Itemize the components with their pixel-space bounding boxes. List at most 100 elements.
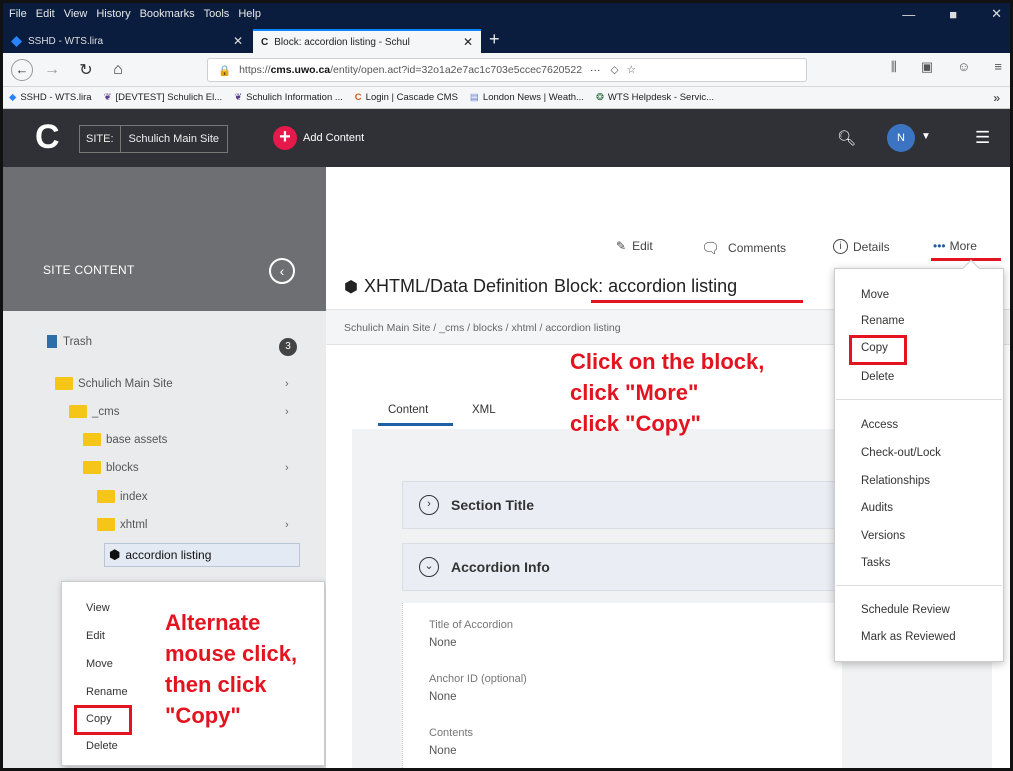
schulich-icon: ❦ [234, 92, 243, 103]
more-menu-access[interactable]: Access [861, 419, 898, 431]
menu-file[interactable]: File [9, 8, 27, 20]
tree-item-cms[interactable]: _cms [69, 405, 119, 418]
cascade-logo-icon[interactable]: C [35, 119, 60, 155]
chevron-right-icon[interactable]: › [285, 406, 289, 418]
forward-icon[interactable]: → [39, 61, 65, 79]
tab-content[interactable]: Content [388, 404, 428, 416]
reader-icon[interactable]: ▣ [921, 59, 933, 75]
more-menu-rename[interactable]: Rename [861, 315, 904, 327]
edit-button[interactable]: ✎ Edit [616, 239, 653, 253]
chevron-right-icon[interactable]: › [285, 462, 289, 474]
tab-block-accordion[interactable]: C Block: accordion listing - Schul ✕ [253, 29, 481, 53]
tree-item-label: accordion listing [125, 548, 212, 562]
bookmark-label: London News | Weath... [482, 92, 584, 103]
tab-xml[interactable]: XML [472, 404, 496, 416]
close-tab-icon[interactable]: ✕ [463, 35, 473, 49]
bookmark-item[interactable]: ❦ [DEVTEST] Schulich El... [104, 92, 223, 103]
more-menu-move[interactable]: Move [861, 289, 889, 301]
more-menu-relationships[interactable]: Relationships [861, 475, 930, 487]
trash-count-badge: 3 [279, 338, 297, 356]
annotation-line: "Copy" [165, 703, 241, 728]
more-underline [931, 258, 1001, 261]
url-path: /entity/open.act?id=32o1a2e7ac1c703e5cce… [330, 64, 583, 76]
minimize-icon[interactable]: — [902, 7, 915, 22]
context-menu-rename[interactable]: Rename [86, 686, 128, 698]
folder-icon [97, 490, 115, 503]
accordion-info-header[interactable]: ⌄ Accordion Info [402, 543, 842, 591]
hamburger-menu-icon[interactable]: ≡ [994, 59, 1002, 75]
bookmark-item[interactable]: ❦ Schulich Information ... [234, 92, 343, 103]
menu-tools[interactable]: Tools [204, 8, 230, 20]
more-menu-delete[interactable]: Delete [861, 371, 894, 383]
url-bar[interactable]: 🔒 https:// cms.uwo.ca /entity/open.act?i… [207, 58, 807, 82]
navigation-bar: ← → ↻ ⌂ 🔒 https:// cms.uwo.ca /entity/op… [3, 53, 1010, 87]
bookmark-item[interactable]: ▤ London News | Weath... [470, 92, 584, 103]
context-menu-edit[interactable]: Edit [86, 630, 105, 642]
menu-help[interactable]: Help [238, 8, 261, 20]
context-menu-view[interactable]: View [86, 602, 110, 614]
menu-bookmarks[interactable]: Bookmarks [140, 8, 195, 20]
context-menu-move[interactable]: Move [86, 658, 113, 670]
home-icon[interactable]: ⌂ [105, 61, 131, 79]
pocket-icon[interactable]: ◇ [611, 64, 619, 76]
menu-edit[interactable]: Edit [36, 8, 55, 20]
chevron-right-icon[interactable]: › [285, 519, 289, 531]
back-icon[interactable]: ← [11, 58, 33, 81]
search-icon[interactable]: 🔍︎ [837, 129, 856, 147]
tree-item-trash[interactable]: Trash [47, 335, 92, 348]
close-window-icon[interactable]: ✕ [991, 6, 1002, 22]
new-tab-icon[interactable]: + [489, 29, 500, 50]
more-menu-checkout-lock[interactable]: Check-out/Lock [861, 447, 941, 459]
bookmark-item[interactable]: ◆ SSHD - WTS.lira [9, 92, 92, 103]
close-tab-icon[interactable]: ✕ [233, 34, 243, 48]
add-content-label: Add Content [303, 132, 365, 144]
tree-item-label: Schulich Main Site [78, 377, 173, 390]
bookmarks-overflow-icon[interactable]: » [993, 91, 1000, 105]
menu-view[interactable]: View [64, 8, 88, 20]
context-menu-delete[interactable]: Delete [86, 740, 118, 752]
bookmark-item[interactable]: C Login | Cascade CMS [355, 92, 458, 103]
tree-item-blocks[interactable]: blocks [83, 461, 139, 474]
more-button[interactable]: ••• More [933, 239, 977, 253]
chevron-down-icon[interactable]: ▼ [921, 131, 931, 142]
page-actions-icon[interactable]: ··· [590, 64, 601, 76]
more-menu-schedule-review[interactable]: Schedule Review [861, 604, 950, 616]
screenshot-frame: File Edit View History Bookmarks Tools H… [0, 0, 1013, 771]
news-icon: ▤ [469, 92, 479, 103]
comments-button[interactable]: 🗨︎ Comments [701, 239, 786, 257]
page-title: ⬢ XHTML/Data Definition Block: accordion… [344, 276, 737, 297]
tree-item-schulich-main-site[interactable]: Schulich Main Site [55, 377, 173, 390]
toolbar-right: ⫼ ▣ ☺ ≡ [891, 59, 1002, 75]
reload-icon[interactable]: ↻ [73, 60, 99, 80]
tree-item-index[interactable]: index [97, 490, 148, 503]
account-icon[interactable]: ☺ [957, 59, 970, 75]
add-content-button[interactable]: + Add Content [273, 126, 364, 150]
hamburger-menu-icon[interactable]: ☰ [975, 128, 990, 148]
avatar[interactable]: N [887, 124, 915, 152]
library-icon[interactable]: ⫼ [891, 59, 897, 75]
cascade-icon: C [354, 92, 362, 103]
section-title-header[interactable]: › Section Title [402, 481, 842, 529]
details-label: Details [853, 239, 890, 254]
tab-sshd[interactable]: SSHD - WTS.lira ✕ [3, 29, 251, 53]
more-menu-audits[interactable]: Audits [861, 502, 893, 514]
chevron-right-icon[interactable]: › [285, 378, 289, 390]
tree-item-xhtml[interactable]: xhtml [97, 518, 147, 531]
plus-icon: + [273, 126, 297, 150]
bookmark-star-icon[interactable]: ☆ [627, 64, 636, 76]
site-selector[interactable]: SITE: Schulich Main Site [79, 125, 229, 153]
more-menu-tasks[interactable]: Tasks [861, 557, 890, 569]
maximize-icon[interactable]: ■ [949, 7, 957, 22]
details-button[interactable]: i Details [833, 239, 890, 254]
collapse-sidebar-icon[interactable]: ‹ [269, 258, 295, 284]
tree-item-base-assets[interactable]: base assets [83, 433, 167, 446]
more-menu-mark-reviewed[interactable]: Mark as Reviewed [861, 631, 956, 643]
bookmark-item[interactable]: ❂ WTS Helpdesk - Servic... [596, 92, 714, 103]
annotation-line: click "Copy" [570, 411, 701, 436]
comment-icon: 🗨︎ [701, 240, 721, 257]
field-label: Title of Accordion [429, 619, 513, 631]
tree-item-accordion-listing[interactable]: ⬢ accordion listing [104, 543, 300, 567]
more-menu-versions[interactable]: Versions [861, 530, 905, 542]
menu-history[interactable]: History [96, 8, 130, 20]
helpdesk-icon: ❂ [595, 92, 604, 103]
